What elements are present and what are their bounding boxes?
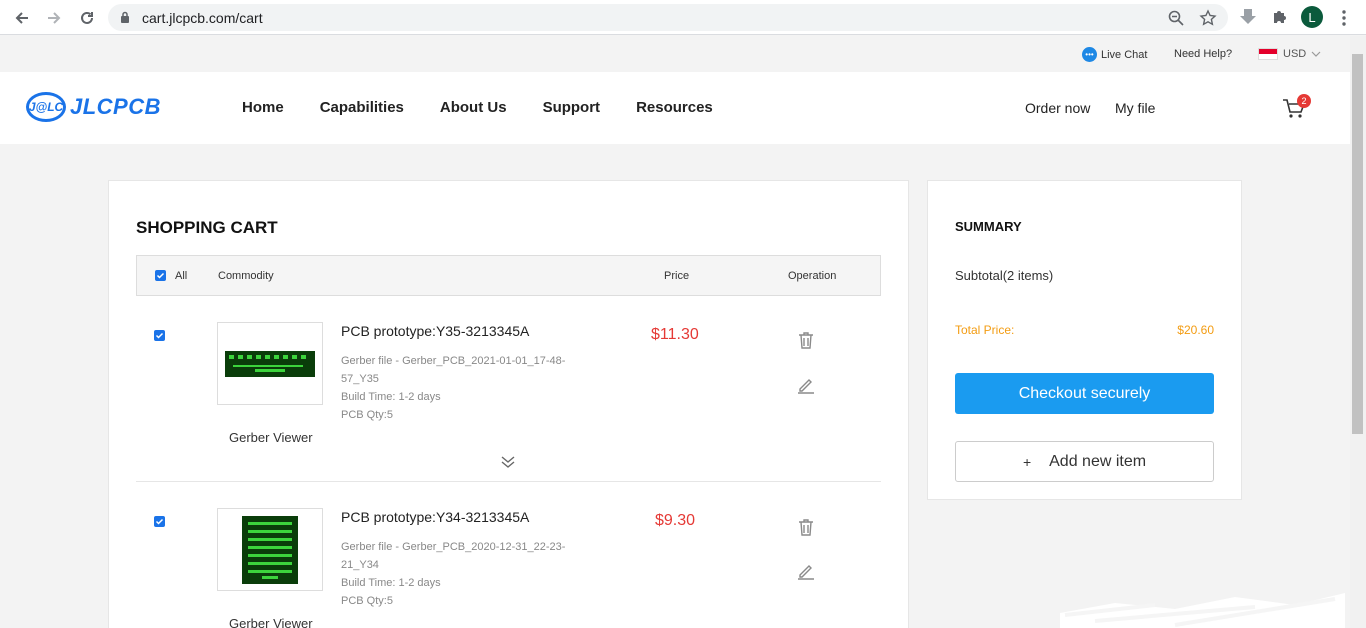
gerber-viewer-link[interactable]: Gerber Viewer: [229, 430, 313, 445]
pcb-thumbnail[interactable]: [217, 508, 323, 591]
nav-support[interactable]: Support: [543, 99, 601, 116]
url-text: cart.jlcpcb.com/cart: [142, 10, 263, 26]
pcb-thumbnail[interactable]: [217, 322, 323, 405]
currency-label: USD: [1283, 48, 1307, 60]
subtotal-label: Subtotal(2 items): [955, 268, 1054, 283]
reload-icon[interactable]: [76, 7, 98, 29]
item-build-time: Build Time: 1-2 days: [341, 391, 441, 403]
forward-icon[interactable]: [43, 7, 65, 29]
plus-icon: +: [1022, 453, 1032, 470]
shopping-cart-panel: SHOPPING CART All Commodity Price Operat…: [108, 180, 909, 628]
edit-pencil-icon[interactable]: [796, 561, 816, 581]
column-price: Price: [664, 270, 690, 282]
browser-toolbar: cart.jlcpcb.com/cart L: [0, 0, 1366, 35]
zoom-icon[interactable]: [1167, 9, 1185, 27]
nav-home[interactable]: Home: [242, 99, 284, 116]
logo-mark: J@LC: [26, 92, 66, 122]
utility-bar: ••• Live Chat Need Help? USD: [0, 36, 1350, 72]
live-chat-link[interactable]: ••• Live Chat: [1082, 47, 1147, 62]
nav-resources[interactable]: Resources: [636, 99, 713, 116]
bookmark-star-icon[interactable]: [1199, 9, 1217, 27]
redaction-scribble: [1060, 593, 1345, 628]
my-file-link[interactable]: My file: [1115, 100, 1155, 116]
cart-table-header: All Commodity Price Operation: [136, 255, 881, 296]
select-all-checkbox[interactable]: [155, 270, 166, 281]
download-extension-icon[interactable]: [1238, 7, 1258, 27]
logo-text: JLCPCB: [70, 94, 162, 119]
browser-menu-icon[interactable]: [1337, 7, 1351, 29]
column-all: All: [175, 270, 188, 282]
expand-chevrons-icon[interactable]: [499, 453, 517, 471]
gerber-viewer-link[interactable]: Gerber Viewer: [229, 616, 313, 628]
main-nav: Home Capabilities About Us Support Resou…: [242, 99, 713, 116]
edit-pencil-icon[interactable]: [796, 375, 816, 395]
scrollbar-thumb[interactable]: [1352, 54, 1363, 434]
item-divider: [136, 481, 881, 482]
column-commodity: Commodity: [218, 270, 274, 282]
item-title[interactable]: PCB prototype:Y34-3213345A: [341, 509, 529, 525]
column-operation: Operation: [788, 270, 837, 282]
address-bar[interactable]: cart.jlcpcb.com/cart: [108, 4, 1228, 31]
item-qty: PCB Qty:5: [341, 409, 393, 421]
item-gerber-file: Gerber file - Gerber_PCB_2021-01-01_17-4…: [341, 355, 566, 385]
item-checkbox[interactable]: [154, 330, 165, 341]
back-icon[interactable]: [11, 7, 33, 29]
nav-about-us[interactable]: About Us: [440, 99, 507, 116]
chat-bubble-icon: •••: [1082, 47, 1097, 62]
item-price: $9.30: [655, 512, 696, 529]
item-checkbox[interactable]: [154, 516, 165, 527]
chevron-down-icon: [1311, 48, 1321, 60]
extensions-puzzle-icon[interactable]: [1270, 7, 1290, 27]
cart-count-badge: 2: [1297, 94, 1311, 108]
item-title[interactable]: PCB prototype:Y35-3213345A: [341, 323, 529, 339]
need-help-link[interactable]: Need Help?: [1174, 48, 1232, 60]
total-price-value: $20.60: [1177, 323, 1214, 337]
order-now-link[interactable]: Order now: [1025, 100, 1090, 116]
item-price: $11.30: [651, 326, 699, 343]
singapore-flag-icon: [1258, 48, 1278, 60]
add-new-item-label: Add new item: [1049, 452, 1147, 470]
currency-selector[interactable]: USD: [1258, 48, 1321, 60]
cart-title: SHOPPING CART: [136, 218, 278, 237]
item-build-time: Build Time: 1-2 days: [341, 577, 441, 589]
trash-icon[interactable]: [796, 517, 816, 537]
nav-capabilities[interactable]: Capabilities: [320, 99, 404, 116]
summary-title: SUMMARY: [955, 219, 1022, 234]
item-gerber-file: Gerber file - Gerber_PCB_2020-12-31_22-2…: [341, 541, 566, 571]
checkout-button[interactable]: Checkout securely: [955, 373, 1214, 414]
page-scrollbar[interactable]: [1350, 36, 1366, 628]
item-qty: PCB Qty:5: [341, 595, 393, 607]
site-header: J@LC JLCPCB Home Capabilities About Us S…: [0, 72, 1350, 144]
jlcpcb-logo[interactable]: J@LC JLCPCB: [26, 92, 161, 122]
trash-icon[interactable]: [796, 330, 816, 350]
order-summary-panel: SUMMARY Subtotal(2 items) Total Price: $…: [927, 180, 1242, 500]
live-chat-label: Live Chat: [1101, 48, 1148, 61]
profile-avatar[interactable]: L: [1301, 6, 1323, 28]
lock-icon: [120, 11, 130, 29]
total-price-label: Total Price:: [955, 323, 1015, 337]
add-new-item-button[interactable]: + Add new item: [955, 441, 1214, 482]
